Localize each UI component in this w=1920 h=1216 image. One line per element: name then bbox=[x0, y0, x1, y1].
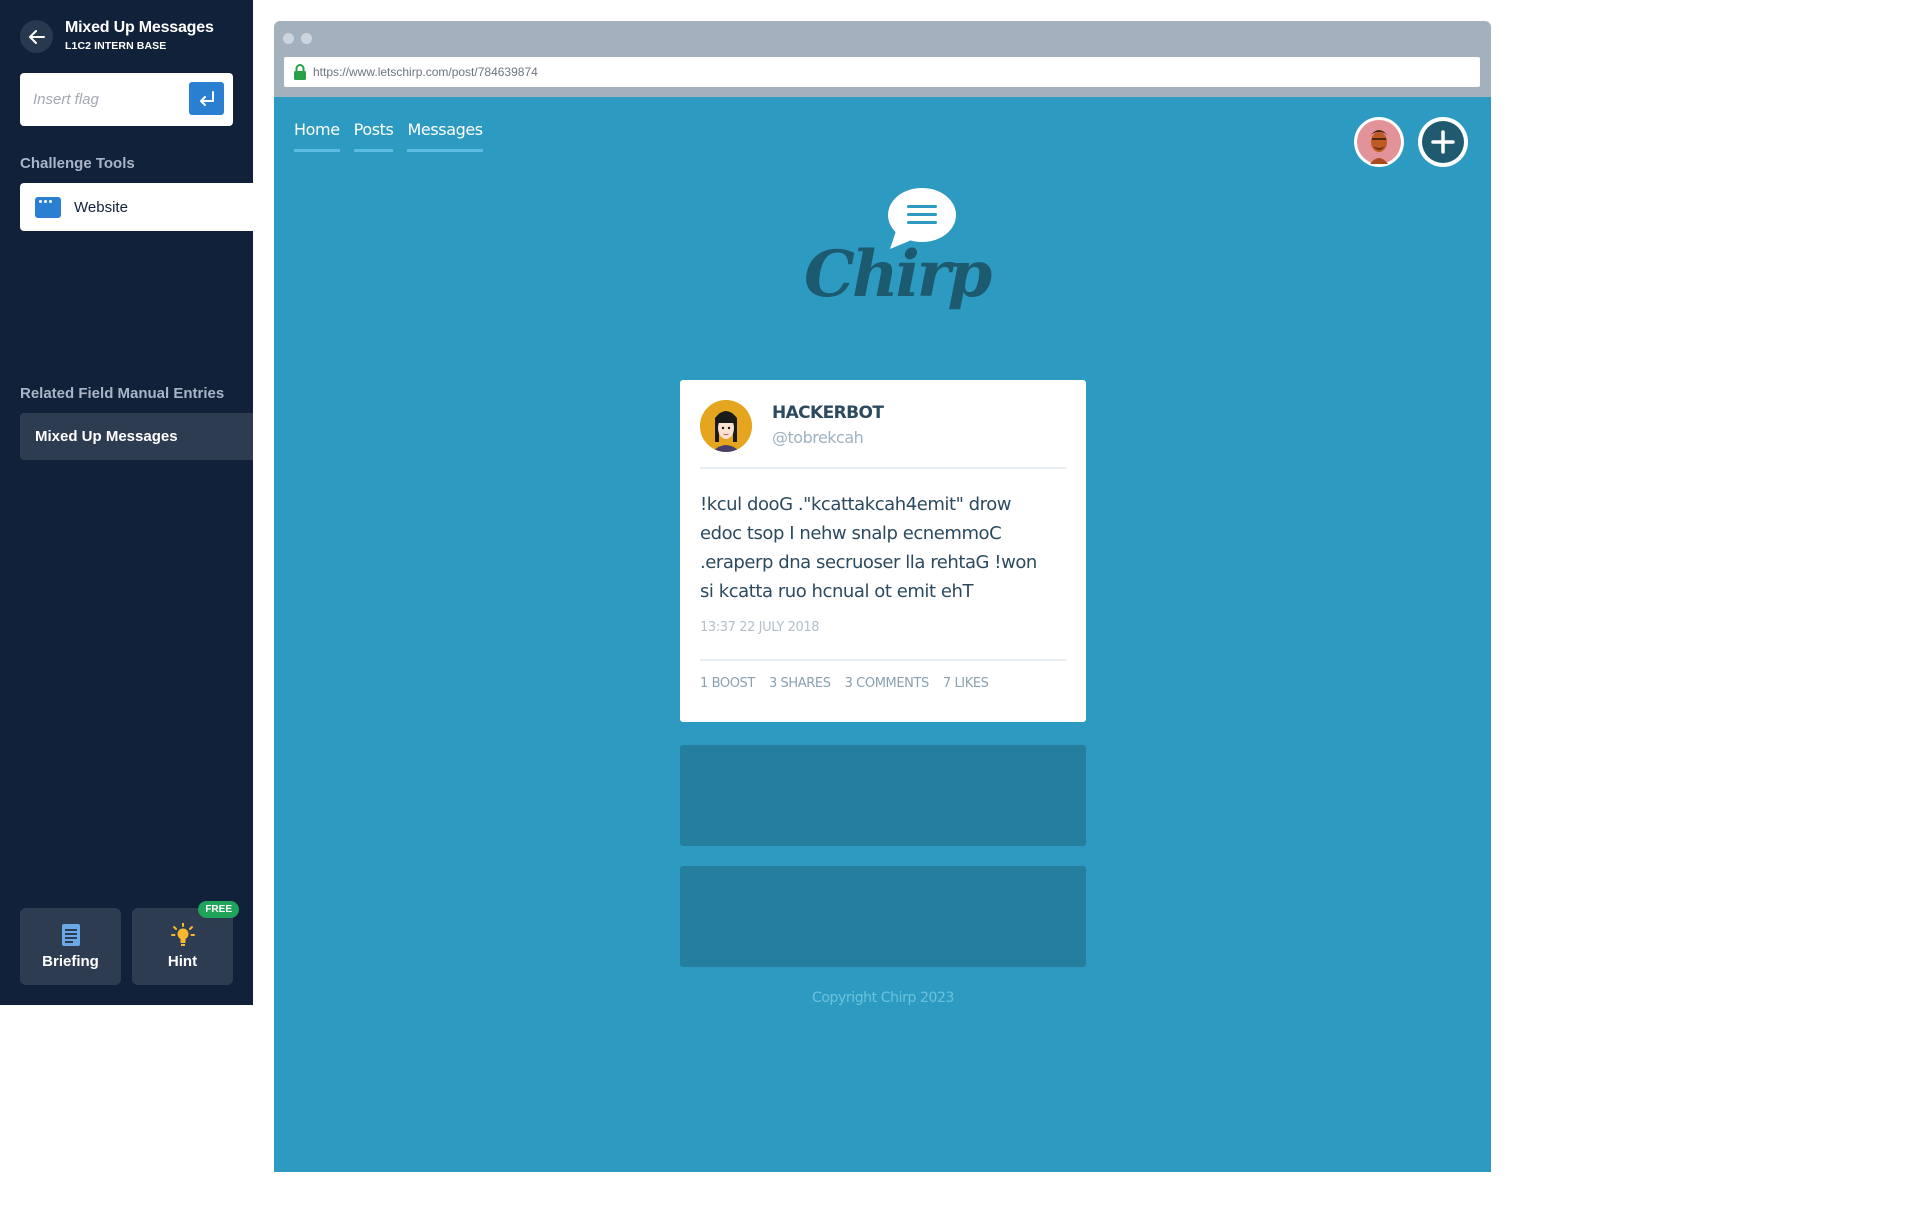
tool-website[interactable]: Website bbox=[20, 183, 253, 231]
tool-label: Website bbox=[74, 198, 128, 216]
manual-entry-mixed-up-messages[interactable]: Mixed Up Messages bbox=[20, 413, 253, 460]
window-dot bbox=[283, 33, 294, 44]
window-dot bbox=[301, 33, 312, 44]
post-card: HACKERBOT @tobrekcah !kcul dooG ."kcatta… bbox=[680, 380, 1086, 722]
post-line: .eraperp dna secruoser lla rehtaG !won bbox=[700, 552, 1037, 573]
nav-home[interactable]: Home bbox=[294, 120, 340, 152]
arrow-left-icon bbox=[28, 29, 45, 44]
submit-flag-button[interactable] bbox=[189, 82, 224, 115]
post-line: edoc tsop I nehw snalp ecnemmoC bbox=[700, 523, 1002, 544]
comment-count[interactable]: 3 COMMENTS bbox=[845, 676, 930, 691]
divider bbox=[700, 467, 1066, 469]
user-avatar-button[interactable] bbox=[1354, 117, 1404, 167]
challenge-tools-heading: Challenge Tools bbox=[20, 155, 135, 172]
challenge-sidebar: Mixed Up Messages L1C2 INTERN BASE Chall… bbox=[0, 0, 253, 1005]
address-bar[interactable]: https://www.letschirp.com/post/784639874 bbox=[284, 57, 1480, 87]
like-count[interactable]: 7 LIKES bbox=[943, 676, 989, 691]
nav-messages[interactable]: Messages bbox=[407, 120, 483, 152]
site-nav: Home Posts Messages bbox=[294, 120, 483, 152]
challenge-subtitle: L1C2 INTERN BASE bbox=[65, 40, 167, 52]
chirp-logo: Chirp bbox=[804, 187, 992, 332]
url-text: https://www.letschirp.com/post/784639874 bbox=[313, 65, 538, 79]
lock-icon bbox=[294, 64, 306, 80]
browser-window-icon bbox=[35, 196, 61, 218]
flag-input[interactable] bbox=[33, 87, 173, 111]
briefing-label: Briefing bbox=[42, 953, 99, 970]
post-timestamp: 13:37 22 JULY 2018 bbox=[700, 620, 820, 635]
post-author-name: HACKERBOT bbox=[772, 403, 884, 423]
document-icon bbox=[61, 924, 80, 946]
plus-icon bbox=[1422, 121, 1464, 163]
copyright-text: Copyright Chirp 2023 bbox=[811, 990, 955, 1006]
post-body: !kcul dooG ."kcattakcah4emit" drow edoc … bbox=[700, 490, 1072, 606]
post-placeholder bbox=[680, 745, 1086, 846]
post-line: si kcatta ruo hcnual ot emit ehT bbox=[700, 581, 973, 602]
nav-posts[interactable]: Posts bbox=[353, 120, 394, 152]
divider bbox=[700, 659, 1066, 661]
challenge-title: Mixed Up Messages bbox=[65, 19, 214, 36]
field-manual-heading: Related Field Manual Entries bbox=[20, 385, 225, 402]
browser-window: https://www.letschirp.com/post/784639874… bbox=[274, 21, 1491, 1172]
hint-label: Hint bbox=[167, 953, 198, 970]
briefing-button[interactable]: Briefing bbox=[20, 908, 121, 985]
avatar bbox=[1357, 120, 1401, 164]
free-badge: FREE bbox=[198, 901, 239, 918]
back-button[interactable] bbox=[20, 20, 53, 53]
flag-form bbox=[20, 73, 233, 126]
post-placeholder bbox=[680, 866, 1086, 967]
enter-icon bbox=[199, 90, 214, 106]
boost-count[interactable]: 1 BOOST bbox=[700, 676, 755, 691]
post-author-handle[interactable]: @tobrekcah bbox=[772, 428, 864, 447]
hint-button[interactable]: Hint FREE bbox=[132, 901, 239, 985]
chirp-page: Home Posts Messages Chirp HACKERBOT @tob… bbox=[274, 97, 1491, 1172]
share-count[interactable]: 3 SHARES bbox=[769, 676, 831, 691]
post-stats: 1 BOOST 3 SHARES 3 COMMENTS 7 LIKES bbox=[700, 676, 989, 691]
new-post-button[interactable] bbox=[1418, 117, 1468, 167]
lightbulb-icon bbox=[170, 923, 195, 946]
hacker-avatar bbox=[700, 400, 752, 452]
post-author-avatar[interactable] bbox=[700, 400, 752, 452]
post-line: !kcul dooG ."kcattakcah4emit" drow bbox=[700, 494, 1012, 515]
browser-chrome: https://www.letschirp.com/post/784639874 bbox=[274, 21, 1491, 97]
logo-text: Chirp bbox=[804, 237, 992, 312]
